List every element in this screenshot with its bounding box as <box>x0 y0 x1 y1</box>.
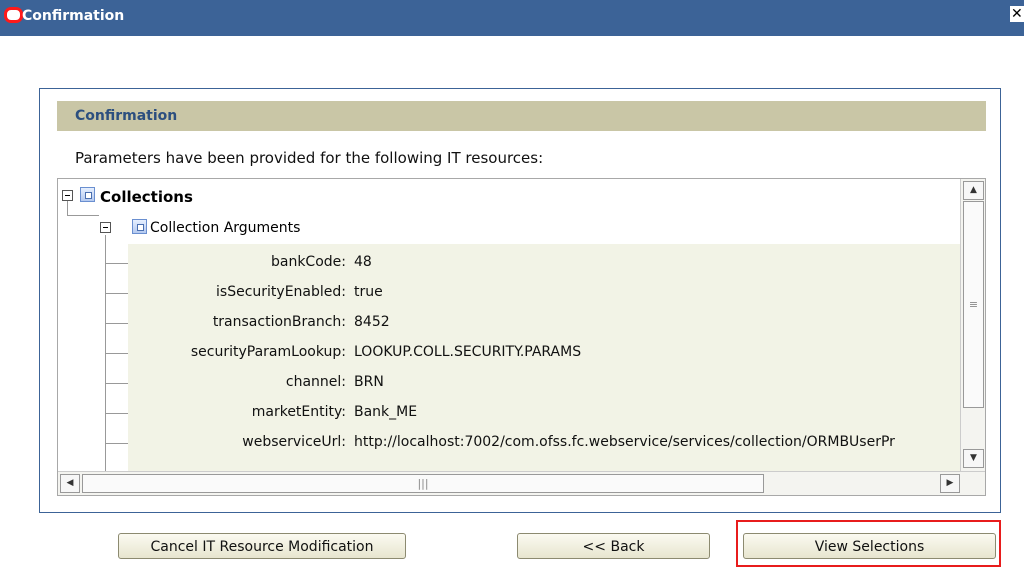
tree-connector <box>106 383 128 384</box>
tree-connector <box>106 353 128 354</box>
horizontal-scroll-thumb[interactable]: ||| <box>82 474 764 493</box>
arguments-folder-icon <box>132 219 147 234</box>
parameter-value: 8452 <box>354 314 390 330</box>
parameter-value: 48 <box>354 254 372 270</box>
tree-connector <box>106 293 128 294</box>
parameter-key: bankCode: <box>270 254 346 270</box>
scroll-right-button[interactable]: ▶ <box>940 474 960 493</box>
parameter-row: isSecurityEnabled: true <box>128 278 960 308</box>
parameter-key: webserviceUrl: <box>242 434 346 450</box>
intro-text: Parameters have been provided for the fo… <box>75 149 544 167</box>
parameter-row: channel: BRN <box>128 368 960 398</box>
parameter-key: marketEntity: <box>251 404 346 420</box>
collapse-toggle-icon[interactable] <box>100 222 111 233</box>
close-button[interactable]: ✕ <box>1010 6 1024 22</box>
tree-connector <box>67 215 99 216</box>
parameter-row: webserviceUrl: http://localhost:7002/com… <box>128 428 960 458</box>
parameter-value: true <box>354 284 383 300</box>
window-title: Confirmation <box>22 8 125 24</box>
collapse-toggle-icon[interactable] <box>62 190 73 201</box>
back-button[interactable]: << Back <box>517 533 710 559</box>
tree-node-label: Collection Arguments <box>150 220 301 236</box>
tree-connector <box>67 201 68 215</box>
parameter-key: channel: <box>285 374 346 390</box>
parameter-value: http://localhost:7002/com.ofss.fc.webser… <box>354 434 895 450</box>
scroll-down-button[interactable]: ▼ <box>963 449 984 468</box>
parameter-key: securityParamLookup: <box>190 344 346 360</box>
parameter-value: LOOKUP.COLL.SECURITY.PARAMS <box>354 344 582 360</box>
parameter-row: securityParamLookup: LOOKUP.COLL.SECURIT… <box>128 338 960 368</box>
vertical-scrollbar[interactable]: ▲ ≡ ▼ <box>960 179 985 471</box>
horizontal-scrollbar[interactable]: ◀ ||| ▶ <box>58 471 985 495</box>
parameter-key: isSecurityEnabled: <box>216 284 346 300</box>
section-header: Confirmation <box>57 101 986 131</box>
oracle-logo-icon <box>4 7 23 23</box>
tree-node-label: Collections <box>100 188 193 206</box>
parameter-row: bankCode: 48 <box>128 248 960 278</box>
tree-connector <box>106 263 128 264</box>
title-bar: Confirmation ✕ <box>0 0 1024 36</box>
tree-node-collections[interactable]: Collections <box>62 185 362 209</box>
parameter-value: BRN <box>354 374 384 390</box>
view-selections-highlight <box>736 520 1001 567</box>
tree-node-collection-arguments[interactable]: Collection Arguments <box>100 217 500 241</box>
vertical-scroll-thumb[interactable]: ≡ <box>963 201 984 408</box>
tree-connector <box>106 413 128 414</box>
parameter-list: bankCode: 48 isSecurityEnabled: true tra… <box>128 244 960 474</box>
collection-folder-icon <box>80 187 95 202</box>
cancel-it-resource-modification-button[interactable]: Cancel IT Resource Modification <box>118 533 406 559</box>
scroll-left-button[interactable]: ◀ <box>60 474 80 493</box>
parameter-key: transactionBranch: <box>212 314 346 330</box>
tree-connector <box>106 443 128 444</box>
scroll-up-button[interactable]: ▲ <box>963 181 984 200</box>
resource-tree: Collections Collection Arguments bankCod… <box>57 178 986 496</box>
tree-connector <box>106 323 128 324</box>
parameter-value: Bank_ME <box>354 404 418 420</box>
parameter-row: transactionBranch: 8452 <box>128 308 960 338</box>
parameter-row: marketEntity: Bank_ME <box>128 398 960 428</box>
